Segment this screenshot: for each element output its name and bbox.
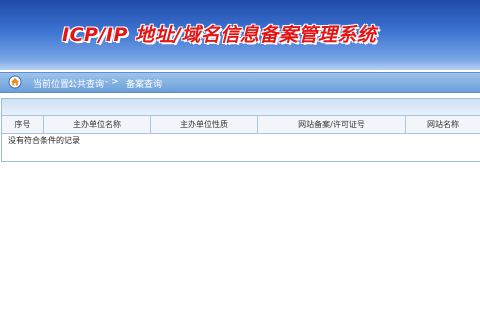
page-title: ICP/IP 地址/域名信息备案管理系统 bbox=[62, 24, 377, 46]
breadcrumb-separator: - > bbox=[105, 77, 119, 87]
breadcrumb-link-public-query[interactable]: 公共查询 bbox=[68, 77, 104, 90]
empty-results-message: 没有符合条件的记录 bbox=[8, 136, 80, 145]
breadcrumb-current: 备案查询 bbox=[126, 80, 163, 90]
column-header-license-number: 网站备案/许可证号 bbox=[258, 116, 406, 133]
breadcrumb: 当前位置： 公共查询 - > 备案查询 bbox=[0, 72, 480, 93]
column-header-organizer-type: 主办单位性质 bbox=[151, 116, 258, 133]
header-banner: ICP/IP 地址/域名信息备案管理系统 bbox=[0, 0, 480, 70]
table-header: 序号 主办单位名称 主办单位性质 网站备案/许可证号 网站名称 bbox=[2, 115, 480, 134]
results-panel: 序号 主办单位名称 主办单位性质 网站备案/许可证号 网站名称 没有符合条件的记… bbox=[1, 98, 480, 162]
column-header-organizer-name: 主办单位名称 bbox=[44, 116, 151, 133]
panel-header-strip bbox=[2, 99, 480, 115]
column-header-index: 序号 bbox=[2, 116, 44, 133]
column-header-site-name: 网站名称 bbox=[427, 120, 459, 129]
home-icon bbox=[8, 75, 22, 89]
